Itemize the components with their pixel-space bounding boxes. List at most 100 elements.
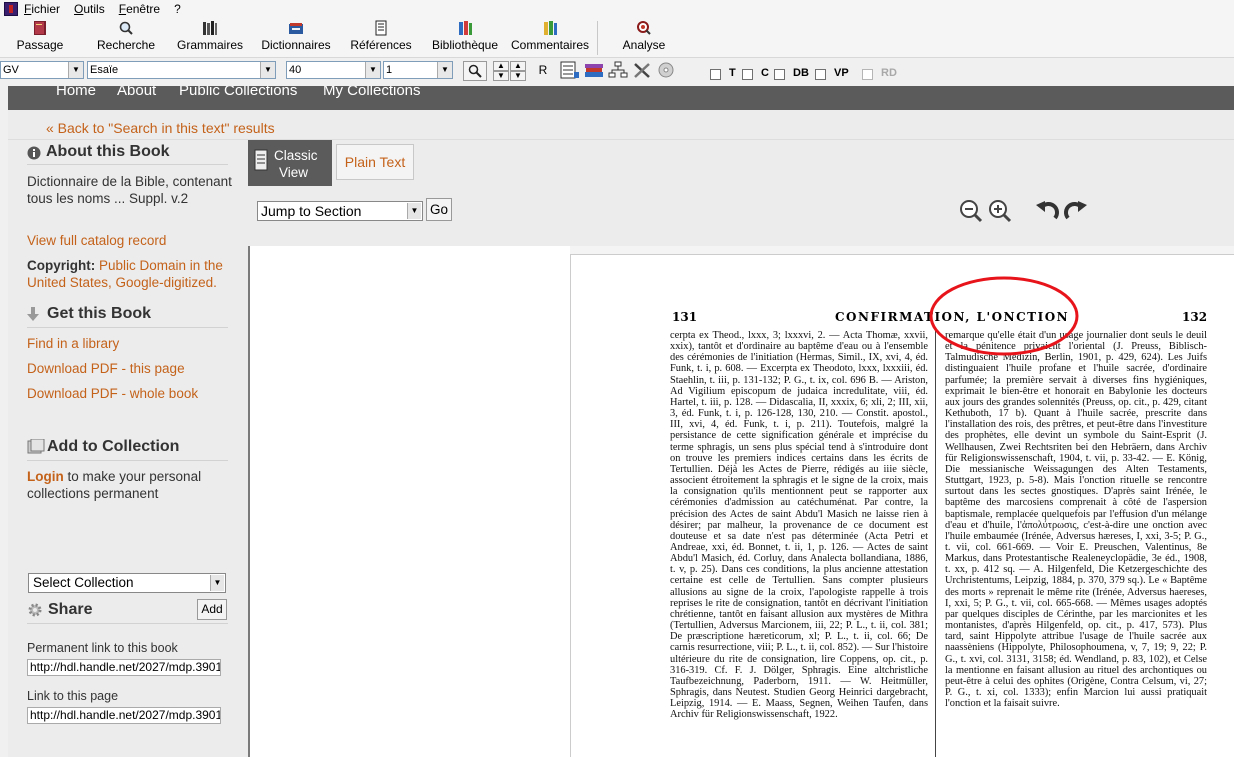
catalog-record-link[interactable]: View full catalog record bbox=[27, 232, 232, 249]
toolbar-passage-button[interactable]: Passage bbox=[12, 20, 68, 52]
nav-public-collections[interactable]: Public Collections bbox=[179, 86, 297, 99]
spin2-up-button[interactable]: ▲ bbox=[510, 61, 526, 71]
book-passage-icon bbox=[34, 21, 46, 35]
menu-help[interactable]: ? bbox=[174, 2, 181, 16]
download-pdf-page-link[interactable]: Download PDF - this page bbox=[27, 360, 232, 377]
binoculars-search-icon bbox=[468, 64, 482, 78]
divider bbox=[27, 164, 228, 165]
copyright-label: Copyright: bbox=[27, 258, 96, 273]
toolbar-references-button[interactable]: Références bbox=[347, 20, 415, 52]
verse-select[interactable]: 1 ▼ bbox=[383, 61, 453, 79]
add-collection-heading: Add to Collection bbox=[47, 438, 180, 455]
parallel-view-button[interactable] bbox=[559, 61, 581, 81]
menu-bar: Fichier Outils Fenêtre ? bbox=[0, 0, 1234, 17]
commentary-books-icon bbox=[544, 21, 557, 35]
page-number-right: 132 bbox=[1182, 310, 1208, 324]
divider bbox=[27, 460, 228, 461]
toolbar-analyse-button[interactable]: Analyse bbox=[618, 20, 670, 52]
add-to-collection-button[interactable]: Add bbox=[197, 599, 227, 620]
bookshelf-button[interactable] bbox=[583, 61, 605, 81]
page-link-label: Link to this page bbox=[27, 689, 119, 703]
checkbox-c[interactable] bbox=[742, 69, 753, 80]
sidebar: About this Book Dictionnaire de la Bible… bbox=[8, 140, 248, 757]
divider bbox=[27, 327, 228, 328]
embedded-web-page: Home About Public Collections My Collect… bbox=[8, 86, 1234, 757]
nav-home[interactable]: Home bbox=[56, 86, 96, 99]
toolbar-dictionnaires-button[interactable]: Dictionnaires bbox=[257, 20, 335, 52]
toolbar-bibliotheque-button[interactable]: Bibliothèque bbox=[428, 20, 502, 52]
checkbox-vp[interactable] bbox=[815, 69, 826, 80]
books-stack-icon bbox=[585, 64, 603, 77]
toolbar-grammaires-button[interactable]: Grammaires bbox=[175, 20, 245, 52]
tools-button[interactable] bbox=[631, 61, 653, 81]
back-to-results-link[interactable]: « Back to "Search in this text" results bbox=[46, 120, 275, 136]
jump-to-section-select[interactable]: Jump to Section ▼ bbox=[257, 201, 423, 221]
checkbox-vp-label: VP bbox=[834, 67, 849, 79]
checkbox-db[interactable] bbox=[774, 69, 785, 80]
spin-down-button[interactable]: ▼ bbox=[493, 71, 509, 81]
r-button[interactable]: R bbox=[532, 61, 554, 81]
classic-view-tab[interactable]: Classic View bbox=[248, 140, 332, 186]
nav-about[interactable]: About bbox=[117, 86, 156, 99]
zoom-out-icon[interactable] bbox=[958, 198, 984, 224]
download-arrow-icon bbox=[27, 307, 39, 321]
checkbox-c-label: C bbox=[761, 67, 769, 79]
breadcrumb-bar: « Back to "Search in this text" results bbox=[8, 110, 1234, 140]
about-heading: About this Book bbox=[46, 143, 170, 160]
tree-button[interactable] bbox=[607, 61, 629, 81]
library-icon bbox=[459, 21, 472, 35]
book-title: Dictionnaire de la Bible, contenant tous… bbox=[27, 174, 232, 206]
permanent-link-field[interactable]: http://hdl.handle.net/2027/mdp.3901 bbox=[27, 659, 221, 676]
page-link-field[interactable]: http://hdl.handle.net/2027/mdp.3901 bbox=[27, 707, 221, 724]
find-in-library-link[interactable]: Find in a library bbox=[27, 335, 232, 352]
select-collection-dropdown[interactable]: Select Collection ▼ bbox=[28, 573, 226, 593]
download-pdf-book-link[interactable]: Download PDF - whole book bbox=[27, 385, 232, 402]
dictionary-icon bbox=[289, 23, 303, 34]
nav-my-collections[interactable]: My Collections bbox=[323, 86, 421, 99]
toolbar-recherche-button[interactable]: Recherche bbox=[94, 20, 158, 52]
rotate-left-icon[interactable] bbox=[1034, 198, 1060, 224]
analysis-magnifier-icon bbox=[637, 21, 651, 35]
triangle-up-icon: ▲ bbox=[514, 61, 522, 70]
cd-audio-icon bbox=[658, 62, 674, 78]
viewer-toolbar: Classic View Plain Text Jump to Section ▼… bbox=[248, 140, 1234, 246]
tree-structure-icon bbox=[608, 61, 628, 78]
blank-page-area bbox=[248, 246, 570, 757]
copyright-block: Copyright: Public Domain in the United S… bbox=[27, 257, 232, 291]
rotate-right-icon[interactable] bbox=[1063, 198, 1089, 224]
login-link[interactable]: Login bbox=[27, 469, 64, 484]
menu-outils[interactable]: Outils bbox=[74, 2, 105, 16]
audio-button[interactable] bbox=[655, 61, 677, 81]
text-column-right: remarque qu'elle était d'un usage journa… bbox=[945, 330, 1207, 710]
permanent-link-label: Permanent link to this book bbox=[27, 641, 178, 655]
checkbox-db-label: DB bbox=[793, 67, 809, 79]
checkbox-t[interactable] bbox=[710, 69, 721, 80]
menu-fenetre[interactable]: Fenêtre bbox=[119, 2, 160, 16]
toolbar-separator bbox=[597, 21, 598, 55]
site-nav-bar: Home About Public Collections My Collect… bbox=[8, 86, 1234, 110]
chevron-down-icon: ▼ bbox=[260, 62, 275, 78]
find-button[interactable] bbox=[463, 61, 487, 81]
chapter-select[interactable]: 40 ▼ bbox=[286, 61, 381, 79]
spin2-down-button[interactable]: ▼ bbox=[510, 71, 526, 81]
main-toolbar: Passage Recherche Grammaires Dictionnair… bbox=[0, 17, 1234, 58]
grammar-books-icon bbox=[203, 21, 217, 35]
version-select[interactable]: GV ▼ bbox=[0, 61, 84, 79]
text-columns-icon bbox=[560, 61, 579, 79]
plain-text-tab[interactable]: Plain Text bbox=[336, 144, 414, 180]
menu-fichier[interactable]: Fichier bbox=[24, 2, 60, 16]
checkbox-rd bbox=[862, 69, 873, 80]
references-icon bbox=[375, 20, 387, 36]
spin-up-button[interactable]: ▲ bbox=[493, 61, 509, 71]
running-title: CONFIRMATION, L'ONCTION bbox=[835, 310, 1070, 324]
scanned-page: 131 CONFIRMATION, L'ONCTION 132 cerpta e… bbox=[570, 254, 1234, 757]
zoom-in-icon[interactable] bbox=[987, 198, 1013, 224]
collection-folder-icon bbox=[27, 439, 45, 454]
column-divider bbox=[935, 327, 936, 757]
app-window: Fichier Outils Fenêtre ? Passage Recherc… bbox=[0, 0, 1234, 757]
go-button[interactable]: Go bbox=[426, 198, 452, 221]
share-heading: Share bbox=[48, 601, 93, 618]
toolbar-commentaires-button[interactable]: Commentaires bbox=[509, 20, 591, 52]
divider bbox=[27, 623, 228, 624]
book-select[interactable]: Esaïe ▼ bbox=[87, 61, 276, 79]
